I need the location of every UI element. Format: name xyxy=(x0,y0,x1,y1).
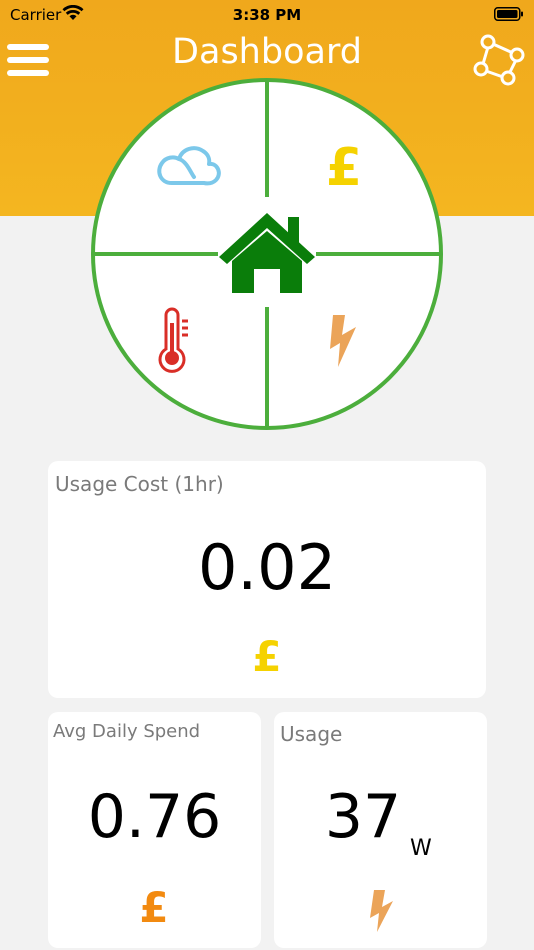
usage-unit: W xyxy=(410,836,432,861)
lightning-icon xyxy=(370,890,393,932)
avg-daily-spend-card[interactable]: Avg Daily Spend 0.76 £ xyxy=(48,712,261,948)
avg-daily-spend-label: Avg Daily Spend xyxy=(53,721,201,742)
dashboard-dial: £ xyxy=(91,78,443,430)
svg-text:£: £ xyxy=(252,633,281,679)
status-bar: Carrier 3:38 PM xyxy=(0,0,534,30)
usage-label: Usage xyxy=(280,722,343,746)
pound-icon: £ xyxy=(252,633,281,679)
usage-cost-value: 0.02 xyxy=(197,531,337,604)
pound-icon: £ xyxy=(139,884,168,930)
clock-label: 3:38 PM xyxy=(232,6,302,24)
pound-icon[interactable]: £ xyxy=(326,138,362,198)
usage-value: 37 xyxy=(324,782,402,852)
svg-text:£: £ xyxy=(326,138,362,198)
usage-card[interactable]: Usage 37 W xyxy=(274,712,487,948)
avg-daily-spend-value: 0.76 xyxy=(87,782,222,852)
network-nodes-icon[interactable] xyxy=(472,34,526,86)
svg-text:£: £ xyxy=(139,884,168,930)
page-title: Dashboard xyxy=(172,32,362,72)
battery-icon xyxy=(494,7,523,21)
usage-cost-label: Usage Cost (1hr) xyxy=(55,472,224,496)
usage-cost-card[interactable]: Usage Cost (1hr) 0.02 £ xyxy=(48,461,486,698)
